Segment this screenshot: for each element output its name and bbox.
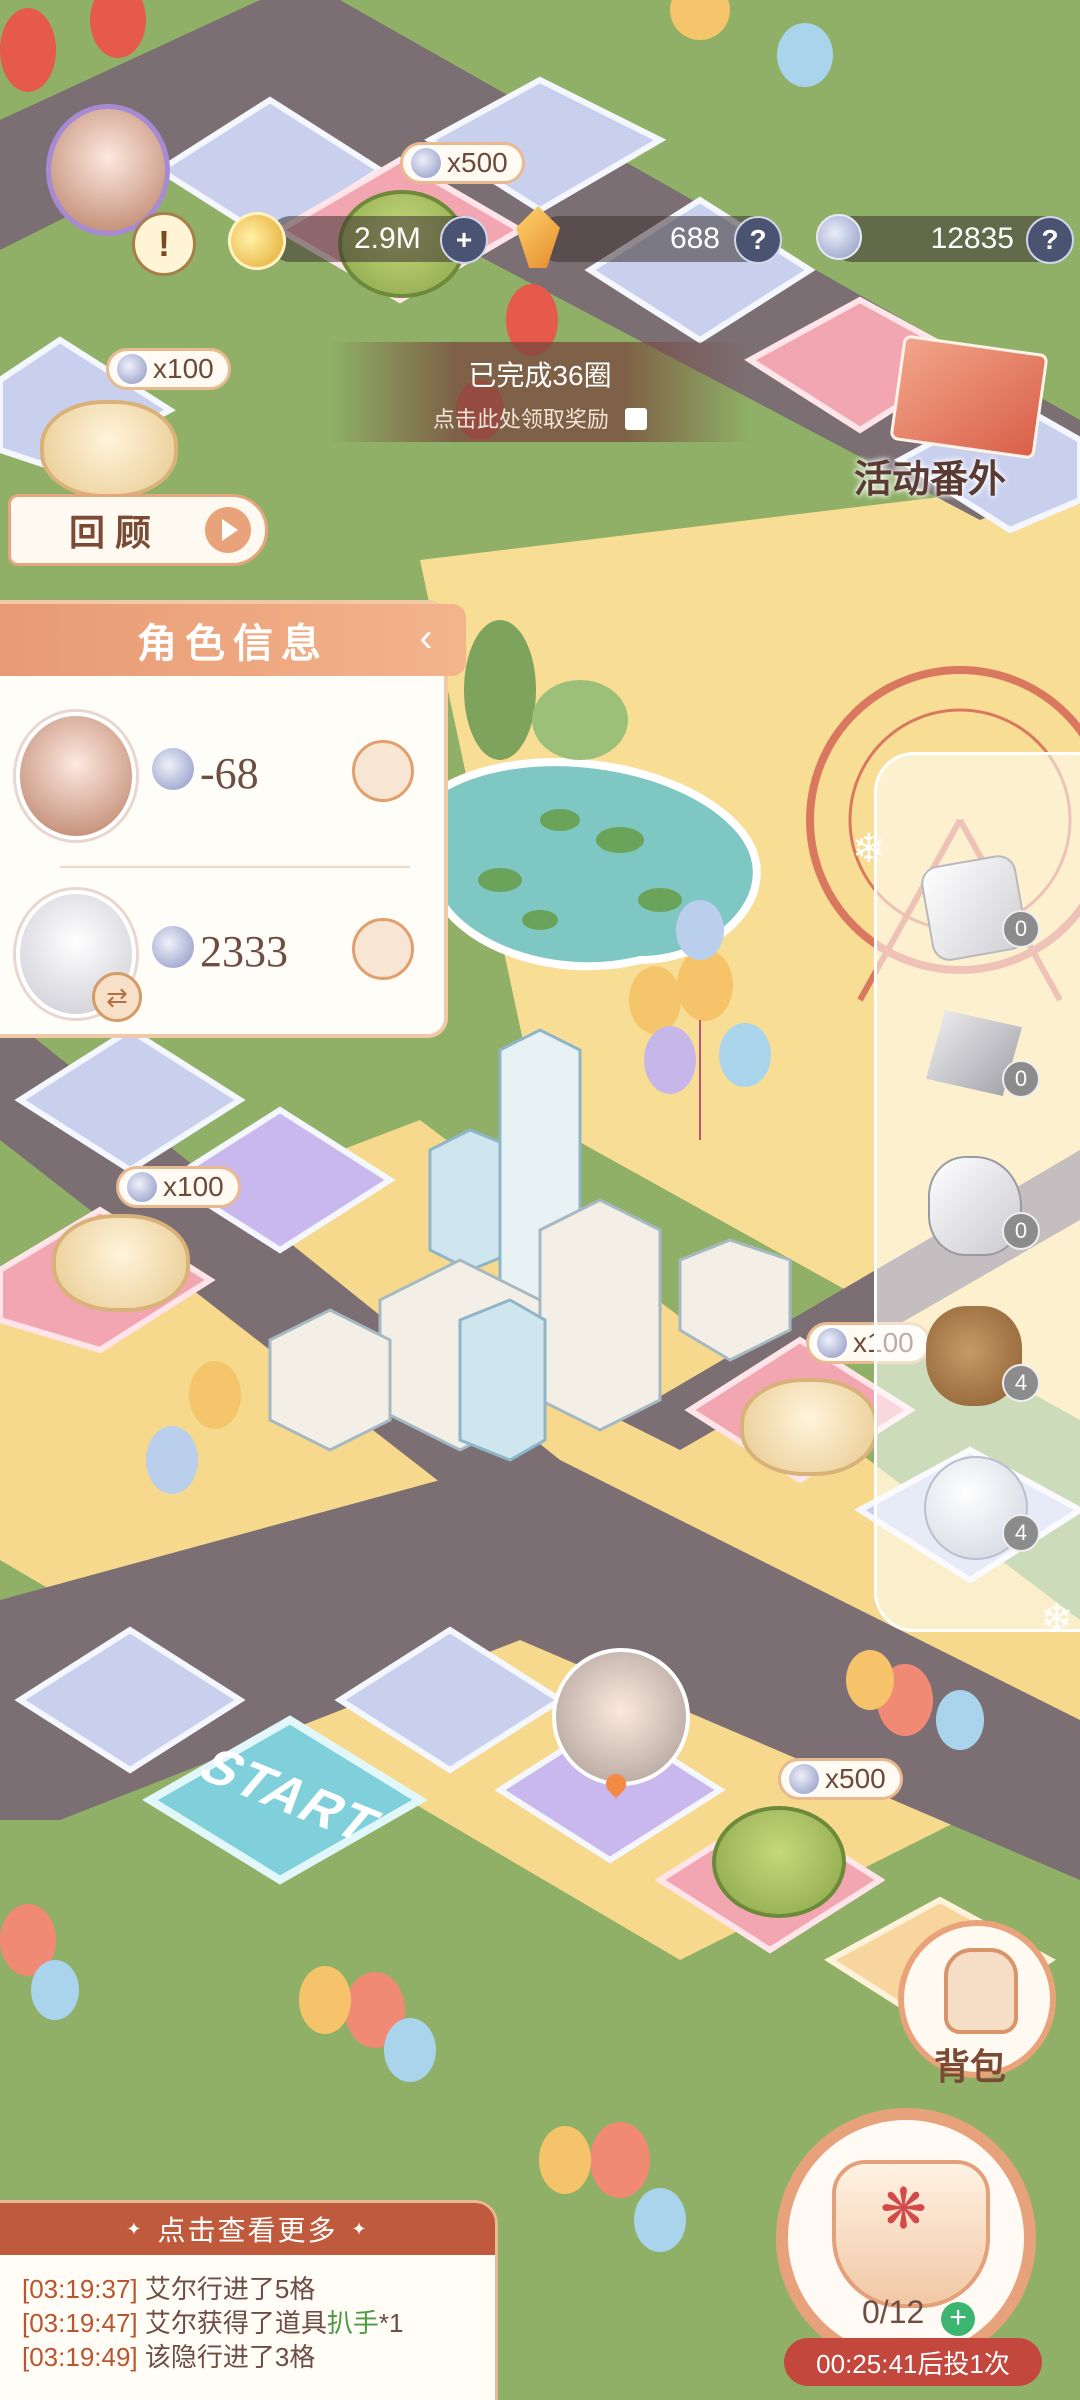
- review-label: 回顾: [69, 513, 162, 553]
- log-header-label: 点击查看更多: [157, 2215, 338, 2246]
- event-extra-label: 活动番外: [854, 459, 1007, 501]
- character-info-header: 角色信息 ‹: [0, 604, 466, 676]
- reward-amount: x100: [163, 1171, 224, 1202]
- player-token[interactable]: [552, 1648, 690, 1786]
- reward-amount: x500: [447, 147, 508, 178]
- silver-coin-icon: [787, 1762, 821, 1796]
- item-count: 0: [1002, 1060, 1040, 1098]
- dice-refill-timer: 00:25:41后投1次: [784, 2338, 1042, 2386]
- snowflake-icon: ❄: [852, 827, 886, 871]
- silver-coin-icon: [125, 1170, 159, 1204]
- flower-emblem-icon: ❋: [880, 2177, 927, 2240]
- silver-coin-icon: [815, 1326, 849, 1360]
- add-dice-button[interactable]: +: [941, 2302, 976, 2336]
- matcha-cake-icon: [712, 1806, 846, 1918]
- silver-coin-icon: [409, 146, 443, 180]
- item-slot[interactable]: 4: [918, 1450, 1040, 1560]
- diamond-ornament-icon: ✦: [351, 2218, 369, 2239]
- log-timestamp: [03:19:49]: [22, 2342, 138, 2372]
- log-text: 该隐行进了3格: [144, 2342, 316, 2372]
- reward-badge: x500: [778, 1758, 903, 1800]
- game-screen: x500 x100 x100 x100 x500 START ! 2.9M + …: [0, 0, 1080, 2400]
- gift-icon: [625, 408, 648, 430]
- mooncake-icon: [740, 1378, 878, 1476]
- log-view-more-button[interactable]: ✦ 点击查看更多 ✦: [0, 2203, 495, 2255]
- laps-reward-banner[interactable]: 已完成36圈 点击此处领取奖励: [330, 342, 750, 442]
- reward-amount: x500: [825, 1763, 886, 1794]
- crystal-amount: 688: [669, 222, 720, 255]
- mooncake-icon: [40, 400, 178, 498]
- silver-coin-icon: [115, 352, 149, 386]
- log-timestamp: [03:19:37]: [22, 2274, 138, 2304]
- item-slot[interactable]: 0: [918, 850, 1040, 964]
- reward-amount: x100: [153, 353, 214, 384]
- log-entry: [03:19:37] 艾尔行进了5格: [22, 2269, 315, 2306]
- silver-coin-icon: [150, 746, 196, 792]
- film-ticket-icon: [889, 334, 1049, 460]
- character-info-panel: 角色信息 ‹ -68 ⇄ 2333: [0, 600, 466, 1038]
- bread-item-button[interactable]: [352, 740, 414, 802]
- reward-badge: x100: [106, 348, 231, 390]
- character-coin-value: 2333: [200, 927, 288, 976]
- gold-amount: 2.9M: [354, 222, 421, 255]
- mooncake-icon: [52, 1214, 190, 1312]
- claim-reward-row: 点击此处领取奖励: [330, 402, 750, 434]
- silver-coin-icon: [150, 924, 196, 970]
- silver-help-button[interactable]: ?: [1026, 216, 1074, 264]
- crystal-help-button[interactable]: ?: [734, 216, 782, 264]
- character-avatar[interactable]: [16, 712, 136, 840]
- snowflake-icon: ❄: [1040, 1597, 1074, 1641]
- event-log-panel: ✦ 点击查看更多 ✦ [03:19:37] 艾尔行进了5格 [03:19:47]…: [0, 2200, 498, 2400]
- item-slot[interactable]: 0: [918, 1000, 1040, 1110]
- log-entry: [03:19:49] 该隐行进了3格: [22, 2337, 315, 2374]
- backpack-button[interactable]: 背包: [898, 1920, 1056, 2087]
- log-text: 艾尔行进了5格: [144, 2274, 316, 2304]
- bread-item-button[interactable]: [352, 918, 414, 980]
- collapse-panel-button[interactable]: ‹: [406, 618, 446, 660]
- item-count: 0: [1002, 1212, 1040, 1250]
- alert-icon[interactable]: !: [132, 212, 196, 276]
- item-count: 4: [1002, 1364, 1040, 1402]
- character-info-title: 角色信息: [137, 621, 329, 666]
- row-divider: [60, 866, 410, 868]
- laps-completed-text: 已完成36圈: [468, 360, 612, 391]
- reward-badge: x500: [400, 142, 525, 184]
- play-arrow-icon: [205, 507, 251, 553]
- review-button[interactable]: 回顾: [8, 494, 268, 566]
- log-timestamp: [03:19:47]: [22, 2308, 138, 2338]
- backpack-icon: [944, 1948, 1018, 2034]
- log-entry: [03:19:47] 艾尔获得了道具扒手*1: [22, 2303, 404, 2340]
- claim-reward-text: 点击此处领取奖励: [432, 407, 609, 432]
- dice-count: 0/12: [862, 2294, 925, 2330]
- reward-badge: x100: [116, 1166, 241, 1208]
- item-slot[interactable]: 0: [918, 1148, 1040, 1258]
- silver-coin-icon: [816, 214, 862, 260]
- character-coin-value: -68: [200, 749, 259, 798]
- dice-counter: 0/12 +: [862, 2294, 1002, 2340]
- item-slot[interactable]: 4: [918, 1300, 1040, 1410]
- item-count: 0: [1002, 910, 1040, 948]
- diamond-ornament-icon: ✦: [126, 2218, 144, 2239]
- silver-amount: 12835: [930, 222, 1014, 255]
- character-row: -68: [0, 694, 440, 844]
- character-row: ⇄ 2333: [0, 872, 440, 1022]
- item-count: 4: [1002, 1514, 1040, 1552]
- log-item-name: 扒手: [326, 2308, 379, 2338]
- add-gold-button[interactable]: +: [440, 216, 488, 264]
- log-text: 艾尔获得了道具: [144, 2308, 327, 2338]
- backpack-label: 背包: [934, 2047, 1007, 2087]
- event-extra-button[interactable]: 活动番外: [840, 334, 1060, 501]
- swap-icon[interactable]: ⇄: [92, 972, 142, 1022]
- log-item-qty: *1: [378, 2308, 404, 2338]
- dice-icon: [918, 852, 1030, 964]
